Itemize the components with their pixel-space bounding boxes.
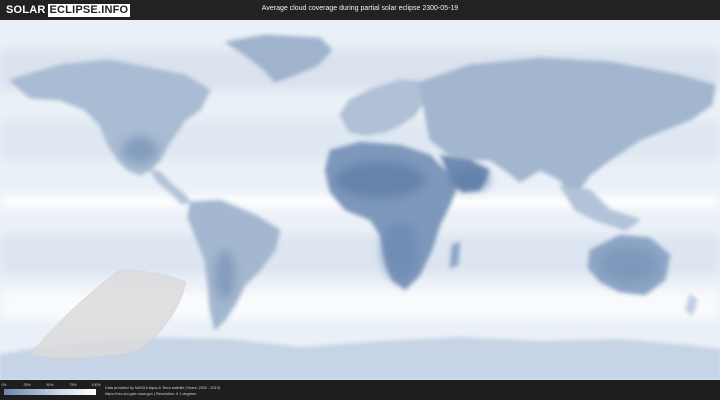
- data-credits: Data provided by NASA's Aqua & Terra sat…: [105, 385, 220, 397]
- header-bar: SOLAR ECLIPSE.INFO Average cloud coverag…: [0, 0, 720, 20]
- footer-bar: 0% 25% 50% 75% 100% Data provided by NAS…: [0, 380, 720, 400]
- legend-tick: 75%: [69, 383, 77, 387]
- legend-tick: 0%: [1, 383, 7, 387]
- map-title: Average cloud coverage during partial so…: [261, 5, 459, 12]
- legend-tick: 25%: [23, 383, 31, 387]
- legend-tick: 100%: [91, 383, 101, 387]
- cloud-coverage-legend-bar: [4, 389, 96, 395]
- legend-tick: 50%: [46, 383, 54, 387]
- credits-line-url: https://neo.sci.gsfc.nasa.gov | Resoluti…: [105, 392, 197, 396]
- cloud-coverage-map: [0, 20, 720, 380]
